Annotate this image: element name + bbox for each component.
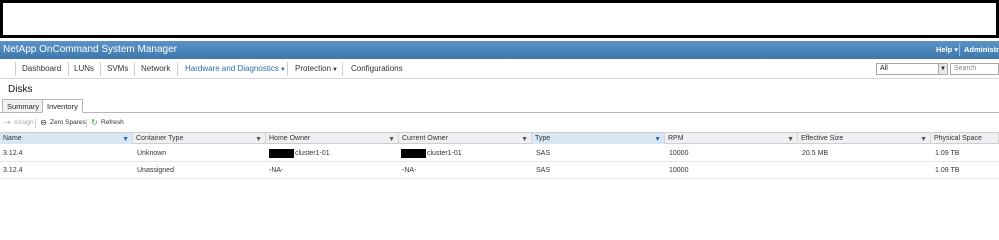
nav-separator bbox=[342, 62, 343, 76]
redaction-block bbox=[401, 148, 426, 158]
nav-separator bbox=[15, 62, 16, 76]
column-label: Type bbox=[535, 135, 551, 142]
redaction-block bbox=[269, 148, 294, 158]
filter-icon[interactable]: ▼ bbox=[920, 134, 927, 145]
column-header-home-owner[interactable]: Home Owner ▼ bbox=[266, 133, 399, 144]
filter-icon[interactable]: ▼ bbox=[122, 134, 129, 145]
cell-physical-space: 1.09 TB bbox=[935, 167, 960, 174]
column-header-current-owner[interactable]: Current Owner ▼ bbox=[399, 133, 532, 144]
search-input[interactable]: Search bbox=[950, 63, 999, 75]
cell-container-type: Unknown bbox=[137, 150, 167, 157]
tab-summary[interactable]: Summary bbox=[2, 99, 45, 113]
app-title: NetApp OnCommand System Manager bbox=[3, 44, 177, 55]
chevron-down-icon: ▼ bbox=[279, 67, 286, 73]
chevron-down-icon[interactable]: ▼ bbox=[938, 64, 947, 74]
toolbar-separator bbox=[86, 119, 87, 128]
cell-current-owner: cluster1-01 bbox=[398, 145, 462, 162]
nav-separator bbox=[134, 62, 135, 76]
cell-physical-space: 1.09 TB bbox=[935, 150, 960, 157]
table-header: Name ▼ Container Type ▼ Home Owner ▼ Curren… bbox=[0, 132, 999, 144]
filter-icon[interactable]: ▼ bbox=[654, 134, 661, 145]
column-label: Effective Size bbox=[801, 135, 844, 142]
cell-effective-size bbox=[799, 162, 802, 179]
cell-rpm: 10000 bbox=[669, 150, 689, 157]
table-row[interactable]: 3.12.4 Unknown cluster1-01 cluster1-01 S… bbox=[0, 145, 999, 162]
column-label: Name bbox=[3, 135, 22, 142]
cell-current-owner: -NA- bbox=[402, 167, 417, 174]
help-menu[interactable]: Help ▾ bbox=[936, 45, 958, 54]
refresh-button[interactable]: ↻ Refresh bbox=[90, 118, 124, 127]
title-separator bbox=[959, 44, 960, 56]
search-scope-value: All bbox=[880, 65, 888, 72]
page-title: Disks bbox=[8, 84, 33, 95]
nav-separator bbox=[177, 62, 178, 76]
column-label: Home Owner bbox=[269, 135, 311, 142]
tab-inventory[interactable]: Inventory bbox=[42, 99, 83, 113]
zero-spares-label: Zero Spares bbox=[50, 119, 86, 126]
column-header-rpm[interactable]: RPM ▼ bbox=[665, 133, 798, 144]
redacted-banner bbox=[0, 0, 999, 38]
table-row[interactable]: 3.12.4 Unassigned -NA- -NA- SAS 10000 1.… bbox=[0, 162, 999, 179]
home-owner-value: cluster1-01 bbox=[295, 150, 330, 157]
cell-type: SAS bbox=[536, 167, 551, 174]
column-header-type[interactable]: Type ▼ bbox=[532, 133, 665, 144]
cell-home-owner: -NA- bbox=[269, 167, 284, 174]
zero-spares-icon: ⊖ bbox=[40, 118, 47, 127]
nav-item-svms[interactable]: SVMs bbox=[107, 59, 128, 79]
cell-effective-size: 20.5 MB bbox=[802, 150, 829, 157]
column-header-name[interactable]: Name ▼ bbox=[0, 133, 133, 144]
nav-separator bbox=[68, 62, 69, 76]
nav-separator bbox=[287, 62, 288, 76]
nav-item-network[interactable]: Network bbox=[141, 59, 170, 79]
filter-icon[interactable]: ▼ bbox=[787, 134, 794, 145]
cell-name: 3.12.4 bbox=[3, 150, 23, 157]
column-header-effective-size[interactable]: Effective Size ▼ bbox=[798, 133, 931, 144]
zero-spares-button[interactable]: ⊖ Zero Spares bbox=[39, 118, 86, 127]
cell-container-type: Unassigned bbox=[137, 167, 174, 174]
title-bar: NetApp OnCommand System Manager Help ▾ A… bbox=[0, 41, 999, 59]
filter-icon[interactable]: ▼ bbox=[388, 134, 395, 145]
nav-separator bbox=[100, 62, 101, 76]
cell-name: 3.12.4 bbox=[3, 167, 23, 174]
filter-icon[interactable]: ▼ bbox=[255, 134, 262, 145]
admin-menu[interactable]: Administra bbox=[964, 45, 999, 54]
tab-strip: Summary Inventory bbox=[0, 99, 999, 113]
refresh-label: Refresh bbox=[101, 119, 124, 126]
nav-item-luns[interactable]: LUNs bbox=[74, 59, 94, 79]
assign-label: Assign bbox=[14, 119, 34, 126]
nav-item-protection[interactable]: Protection▼ bbox=[295, 59, 338, 79]
nav-item-label: Protection bbox=[295, 64, 332, 73]
cell-type: SAS bbox=[536, 150, 551, 157]
toolbar: ⇢ Assign ⊖ Zero Spares ↻ Refresh bbox=[0, 116, 999, 130]
column-label: Container Type bbox=[136, 135, 184, 142]
chevron-down-icon: ▼ bbox=[332, 67, 338, 73]
column-label: RPM bbox=[668, 135, 684, 142]
main-nav: Dashboard LUNs SVMs Network Hardware and… bbox=[0, 59, 999, 79]
cell-home-owner: cluster1-01 bbox=[266, 145, 330, 162]
refresh-icon: ↻ bbox=[91, 118, 98, 127]
assign-button[interactable]: ⇢ Assign bbox=[3, 118, 34, 127]
column-label: Current Owner bbox=[402, 135, 448, 142]
filter-icon[interactable]: ▼ bbox=[521, 134, 528, 145]
assign-icon: ⇢ bbox=[4, 118, 11, 127]
nav-item-label: Hardware and Diagnostics bbox=[185, 64, 279, 73]
nav-item-hardware-diagnostics[interactable]: Hardware and Diagnostics▼ bbox=[185, 59, 286, 79]
column-label: Physical Space bbox=[934, 135, 982, 142]
column-header-container-type[interactable]: Container Type ▼ bbox=[133, 133, 266, 144]
nav-item-configurations[interactable]: Configurations bbox=[351, 59, 403, 79]
search-scope-select[interactable]: All ▼ bbox=[876, 63, 948, 75]
column-header-physical-space[interactable]: Physical Space bbox=[931, 133, 999, 144]
toolbar-separator bbox=[35, 119, 36, 128]
nav-item-dashboard[interactable]: Dashboard bbox=[22, 59, 61, 79]
current-owner-value: cluster1-01 bbox=[427, 150, 462, 157]
cell-rpm: 10000 bbox=[669, 167, 689, 174]
